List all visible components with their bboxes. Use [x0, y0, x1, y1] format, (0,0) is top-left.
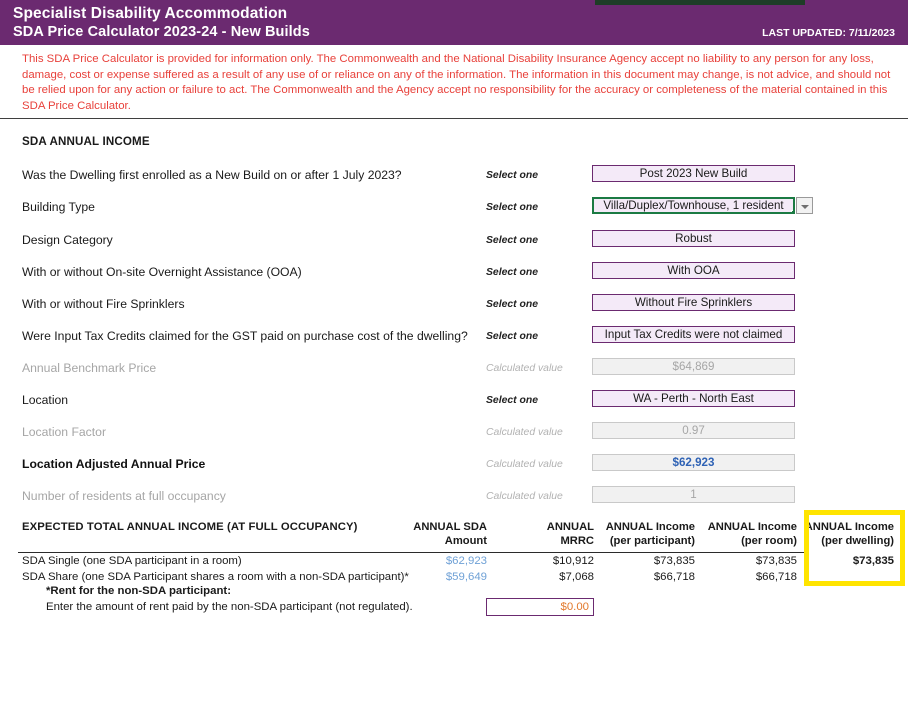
table-cell-sda-amount: $59,649 [445, 571, 487, 583]
form-row-hint: Select one [486, 170, 538, 181]
form-row-hint: Calculated value [486, 363, 563, 374]
form-row-label: With or without On-site Overnight Assist… [22, 265, 302, 279]
calculated-cell-annual-benchmark-price: $64,869 [592, 358, 795, 375]
form-row-label: Annual Benchmark Price [22, 361, 157, 375]
column-header-line1: ANNUAL Income [605, 521, 695, 533]
calculated-cell-location-factor: 0.97 [592, 422, 795, 439]
page-title: Specialist Disability Accommodation [13, 5, 288, 22]
calculated-cell-number-of-residents-at-full-occupancy: 1 [592, 486, 795, 503]
form-row-location-factor: Location Factor Calculated value 0.97 [0, 422, 908, 444]
form-row-was-the-dwelling-first-enrolled-as-a-new-build-o: Was the Dwelling first enrolled as a New… [0, 165, 908, 187]
column-header-line2: (per participant) [609, 534, 695, 547]
column-header-annual-income-per-room: ANNUAL Income (per room) [687, 521, 797, 548]
column-header-annual-sda-amount: ANNUAL SDA Amount [377, 521, 487, 548]
form-row-design-category: Design Category Select one Robust [0, 230, 908, 252]
column-header-annual-mrrc: ANNUAL MRRC [484, 521, 594, 548]
table-cell-per-room: $66,718 [755, 571, 797, 583]
column-header-line2: MRRC [560, 534, 594, 547]
form-row-label: With or without Fire Sprinklers [22, 297, 185, 311]
results-table-title: EXPECTED TOTAL ANNUAL INCOME (AT FULL OC… [22, 521, 358, 533]
form-row-label: Location Adjusted Annual Price [22, 457, 206, 471]
column-header-line1: ANNUAL [546, 521, 594, 533]
form-row-hint: Select one [486, 235, 538, 246]
table-cell-per-participant: $66,718 [653, 571, 695, 583]
dropdown-cell-were-input-tax-credits-claimed-for-the-gst-paid-[interactable]: Input Tax Credits were not claimed [592, 326, 795, 343]
form-row-hint: Calculated value [486, 459, 563, 470]
table-row-label: SDA Single (one SDA participant in a roo… [22, 555, 242, 567]
form-row-label: Was the Dwelling first enrolled as a New… [22, 168, 402, 182]
form-row-label: Building Type [22, 200, 95, 214]
column-header-line2: (per room) [741, 534, 797, 547]
chevron-down-icon[interactable] [796, 197, 813, 214]
column-header-line1: ANNUAL Income [707, 521, 797, 533]
column-header-annual-income-per-participant: ANNUAL Income (per participant) [585, 521, 695, 548]
form-row-label: Location [22, 393, 69, 407]
column-header-line1: ANNUAL SDA [413, 521, 487, 533]
rent-note-text: Enter the amount of rent paid by the non… [46, 601, 413, 613]
table-cell-sda-amount: $62,923 [445, 555, 487, 567]
form-row-building-type: Building Type Select one Villa/Duplex/Town… [0, 197, 908, 219]
per-dwelling-highlight-box [804, 510, 905, 586]
last-updated-label: LAST UPDATED: 7/11/2023 [762, 27, 895, 39]
form-row-hint: Calculated value [486, 427, 563, 438]
section-heading-sda-annual-income: SDA ANNUAL INCOME [22, 135, 150, 148]
page-subtitle: SDA Price Calculator 2023-24 - New Build… [13, 24, 310, 40]
column-header-line2: Amount [444, 534, 487, 547]
active-cell-fill-handle[interactable] [791, 210, 793, 212]
form-row-label: Design Category [22, 233, 113, 247]
form-row-hint: Select one [486, 299, 538, 310]
dropdown-cell-building-type[interactable]: Villa/Duplex/Townhouse, 1 resident [592, 197, 795, 214]
form-row-hint: Select one [486, 202, 538, 213]
form-row-hint: Select one [486, 395, 538, 406]
dropdown-cell-with-or-without-fire-sprinklers[interactable]: Without Fire Sprinklers [592, 294, 795, 311]
spreadsheet-page: Specialist Disability Accommodation SDA … [0, 0, 908, 706]
results-table-divider [18, 552, 806, 553]
disclaimer-text: This SDA Price Calculator is provided fo… [22, 53, 891, 112]
form-row-hint: Calculated value [486, 491, 563, 502]
table-row-label: SDA Share (one SDA Participant shares a … [22, 571, 409, 583]
page-header: Specialist Disability Accommodation SDA … [0, 5, 908, 45]
form-row-hint: Select one [486, 267, 538, 278]
table-cell-per-participant: $73,835 [653, 555, 695, 567]
calculated-cell-location-adjusted-annual-price: $62,923 [592, 454, 795, 471]
table-cell-mrrc: $10,912 [552, 555, 594, 567]
dropdown-cell-with-or-without-on-site-overnight-assistance-ooa[interactable]: With OOA [592, 262, 795, 279]
disclaimer-divider [0, 118, 908, 119]
table-cell-per-room: $73,835 [755, 555, 797, 567]
form-row-with-or-without-fire-sprinklers: With or without Fire Sprinklers Select on… [0, 294, 908, 316]
non-sda-rent-input[interactable]: $0.00 [486, 598, 594, 616]
dropdown-cell-design-category[interactable]: Robust [592, 230, 795, 247]
dropdown-cell-location[interactable]: WA - Perth - North East [592, 390, 795, 407]
form-row-location-adjusted-annual-price: Location Adjusted Annual Price Calculated… [0, 454, 908, 476]
rent-note-heading: *Rent for the non-SDA participant: [46, 585, 231, 597]
form-row-label: Were Input Tax Credits claimed for the G… [22, 329, 468, 343]
form-row-label: Number of residents at full occupancy [22, 489, 226, 503]
form-row-hint: Select one [486, 331, 538, 342]
table-cell-mrrc: $7,068 [559, 571, 594, 583]
form-row-location: Location Select one WA - Perth - North Eas… [0, 390, 908, 412]
form-row-were-input-tax-credits-claimed-for-the-gst-paid-: Were Input Tax Credits claimed for the G… [0, 326, 908, 348]
form-row-annual-benchmark-price: Annual Benchmark Price Calculated value $6… [0, 358, 908, 380]
form-row-number-of-residents-at-full-occupancy: Number of residents at full occupancy Cal… [0, 486, 908, 508]
caret-glyph [801, 205, 809, 209]
dropdown-cell-was-the-dwelling-first-enrolled-as-a-new-build-o[interactable]: Post 2023 New Build [592, 165, 795, 182]
form-row-with-or-without-on-site-overnight-assistance-ooa: With or without On-site Overnight Assist… [0, 262, 908, 284]
form-row-label: Location Factor [22, 425, 107, 439]
